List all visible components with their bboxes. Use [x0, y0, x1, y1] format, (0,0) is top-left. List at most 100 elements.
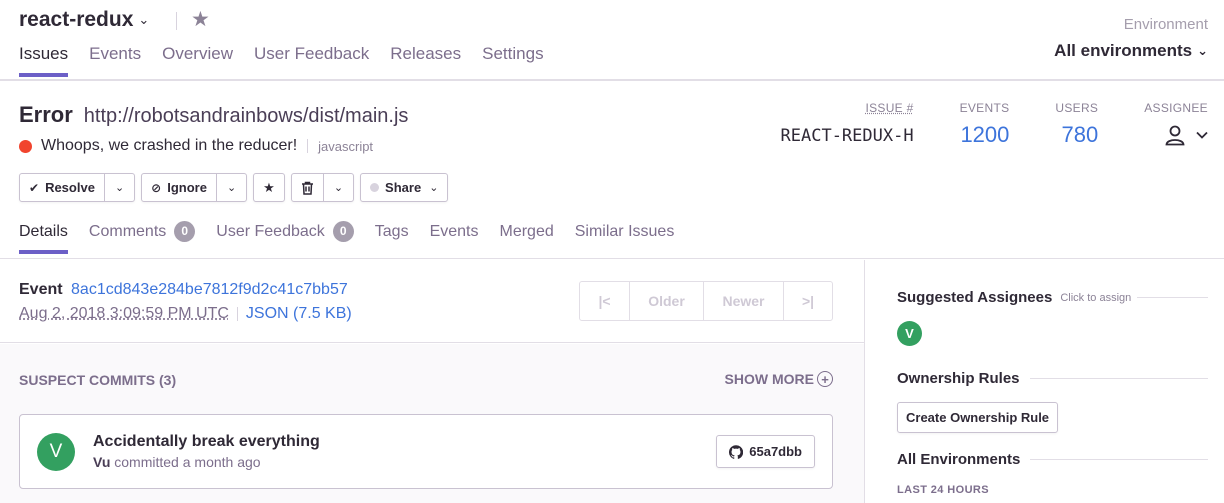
share-label: Share: [385, 180, 422, 195]
event-id-link[interactable]: 8ac1cd843e284be7812f9d2c41c7bb57: [71, 281, 348, 298]
issue-header: Error http://robotsandrainbows/dist/main…: [0, 81, 1224, 259]
commit-author: Vu: [93, 454, 111, 470]
tab-label: User Feedback: [216, 222, 325, 240]
bookmark-button[interactable]: ★: [254, 174, 284, 201]
stat-assignee: ASSIGNEE: [1144, 101, 1208, 148]
ignore-label: Ignore: [167, 180, 207, 195]
tab-label: Comments: [88, 222, 167, 240]
resolve-group: ✔ Resolve ⌄: [19, 173, 136, 202]
environment-label: Environment: [1123, 16, 1208, 33]
star-icon: ★: [263, 179, 275, 195]
tab-user-feedback[interactable]: User Feedback 0: [216, 221, 354, 254]
suggested-assignee-avatar[interactable]: V: [897, 321, 922, 346]
environment-selector[interactable]: All environments ⌄: [1054, 41, 1208, 61]
suggested-assignees-heading: Suggested Assignees Click to assign: [897, 289, 1208, 306]
trash-icon: [301, 181, 313, 195]
issue-short-id: REACT-REDUX-H: [780, 126, 914, 146]
events-count[interactable]: 1200: [960, 122, 1009, 148]
resolve-dropdown-button[interactable]: ⌄: [103, 174, 134, 201]
project-nav: Issues Events Overview User Feedback Rel…: [19, 44, 565, 77]
commit-row: V Accidentally break everything Vu commi…: [19, 414, 833, 489]
tab-details[interactable]: Details: [19, 221, 68, 254]
users-count[interactable]: 780: [1055, 122, 1099, 148]
event-json-link[interactable]: JSON (7.5 KB): [246, 305, 352, 323]
ignore-group: ⊘ Ignore ⌄: [141, 173, 248, 202]
checkmark-icon: ✔: [29, 180, 40, 195]
tab-events[interactable]: Events: [89, 44, 141, 77]
divider: [307, 139, 309, 153]
tab-issues[interactable]: Issues: [19, 44, 69, 77]
issue-stats: ISSUE # REACT-REDUX-H EVENTS 1200 USERS …: [735, 101, 1208, 148]
github-icon: [729, 444, 744, 459]
tab-user-feedback[interactable]: User Feedback: [254, 44, 369, 77]
show-more-button[interactable]: SHOW MORE +: [725, 371, 833, 387]
error-level-dot: [19, 139, 32, 153]
issue-message: Whoops, we crashed in the reducer! javas…: [19, 137, 373, 155]
older-event-button[interactable]: Older: [629, 282, 703, 320]
plus-circle-icon: +: [817, 371, 833, 387]
issue-platform: javascript: [318, 138, 374, 154]
delete-button[interactable]: [292, 174, 323, 201]
tab-events[interactable]: Events: [430, 221, 479, 254]
delete-dropdown-button[interactable]: ⌄: [322, 174, 353, 201]
chevron-down-icon: ⌄: [429, 182, 439, 194]
commit-message: Accidentally break everything: [93, 433, 320, 450]
commit-sha-button[interactable]: 65a7dbb: [716, 435, 815, 468]
chevron-down-icon: ⌄: [114, 182, 125, 194]
chevron-down-icon: ⌄: [226, 182, 237, 194]
event-pager: |< Older Newer >|: [579, 281, 833, 321]
suspect-commits-section: SUSPECT COMMITS (3) SHOW MORE + V Accide…: [0, 344, 864, 503]
tab-settings[interactable]: Settings: [482, 44, 543, 77]
commit-author-line: Vu committed a month ago: [93, 454, 261, 470]
user-icon: [1165, 125, 1185, 146]
issue-title: Error http://robotsandrainbows/dist/main…: [19, 102, 408, 128]
issue-culprit: http://robotsandrainbows/dist/main.js: [83, 105, 409, 127]
stat-users: USERS 780: [1055, 101, 1098, 148]
stat-label: USERS: [1055, 101, 1099, 115]
stat-label: ISSUE #: [865, 101, 914, 115]
share-button[interactable]: Share ⌄: [361, 174, 447, 201]
suggested-assignees-title: Suggested Assignees: [897, 289, 1053, 306]
divider: [176, 12, 177, 30]
comments-count-badge: 0: [174, 221, 196, 242]
chevron-down-icon: ⌄: [1197, 43, 1208, 58]
stat-label: ASSIGNEE: [1144, 101, 1208, 115]
event-header: Event 8ac1cd843e284be7812f9d2c41c7bb57 A…: [0, 260, 864, 343]
commit-time: committed a month ago: [114, 454, 261, 470]
create-ownership-rule-button[interactable]: Create Ownership Rule: [897, 402, 1059, 433]
click-to-assign-hint: Click to assign: [1060, 291, 1132, 304]
tab-comments[interactable]: Comments 0: [88, 221, 196, 254]
issue-sidebar: Suggested Assignees Click to assign V Ow…: [866, 260, 1224, 503]
ownership-rules-heading: Ownership Rules: [897, 370, 1208, 387]
first-event-button[interactable]: |<: [580, 282, 629, 320]
delete-group: ⌄: [290, 173, 355, 202]
tab-merged[interactable]: Merged: [499, 221, 553, 254]
bookmark-group: ★: [253, 173, 285, 202]
ownership-rules-title: Ownership Rules: [897, 370, 1020, 387]
divider: [1137, 297, 1208, 298]
tab-similar-issues[interactable]: Similar Issues: [575, 221, 675, 254]
star-icon[interactable]: ★: [191, 7, 210, 32]
issue-message-text: Whoops, we crashed in the reducer!: [41, 137, 298, 154]
event-main: Event 8ac1cd843e284be7812f9d2c41c7bb57 A…: [0, 260, 865, 503]
last-24-hours-label: LAST 24 HOURS: [897, 484, 989, 496]
resolve-button[interactable]: ✔ Resolve: [20, 174, 104, 201]
assignee-selector[interactable]: [1144, 124, 1208, 146]
ignore-icon: ⊘: [151, 180, 162, 195]
newer-event-button[interactable]: Newer: [703, 282, 783, 320]
resolve-label: Resolve: [45, 180, 95, 195]
event-id-line: Event 8ac1cd843e284be7812f9d2c41c7bb57: [19, 281, 348, 299]
tab-overview[interactable]: Overview: [162, 44, 233, 77]
ignore-button[interactable]: ⊘ Ignore: [142, 174, 216, 201]
tab-releases[interactable]: Releases: [390, 44, 461, 77]
last-event-button[interactable]: >|: [783, 282, 832, 320]
tab-tags[interactable]: Tags: [375, 221, 409, 254]
feedback-count-badge: 0: [332, 221, 354, 242]
ignore-dropdown-button[interactable]: ⌄: [215, 174, 246, 201]
suspect-commits-title: SUSPECT COMMITS (3): [19, 372, 177, 388]
event-meta: Aug 2, 2018 3:09:59 PM UTC JSON (7.5 KB): [19, 305, 352, 323]
chevron-down-icon: ⌄: [333, 182, 344, 194]
project-selector[interactable]: react-redux ⌄: [19, 8, 149, 32]
show-more-label: SHOW MORE: [724, 371, 814, 387]
divider: [1030, 459, 1208, 460]
